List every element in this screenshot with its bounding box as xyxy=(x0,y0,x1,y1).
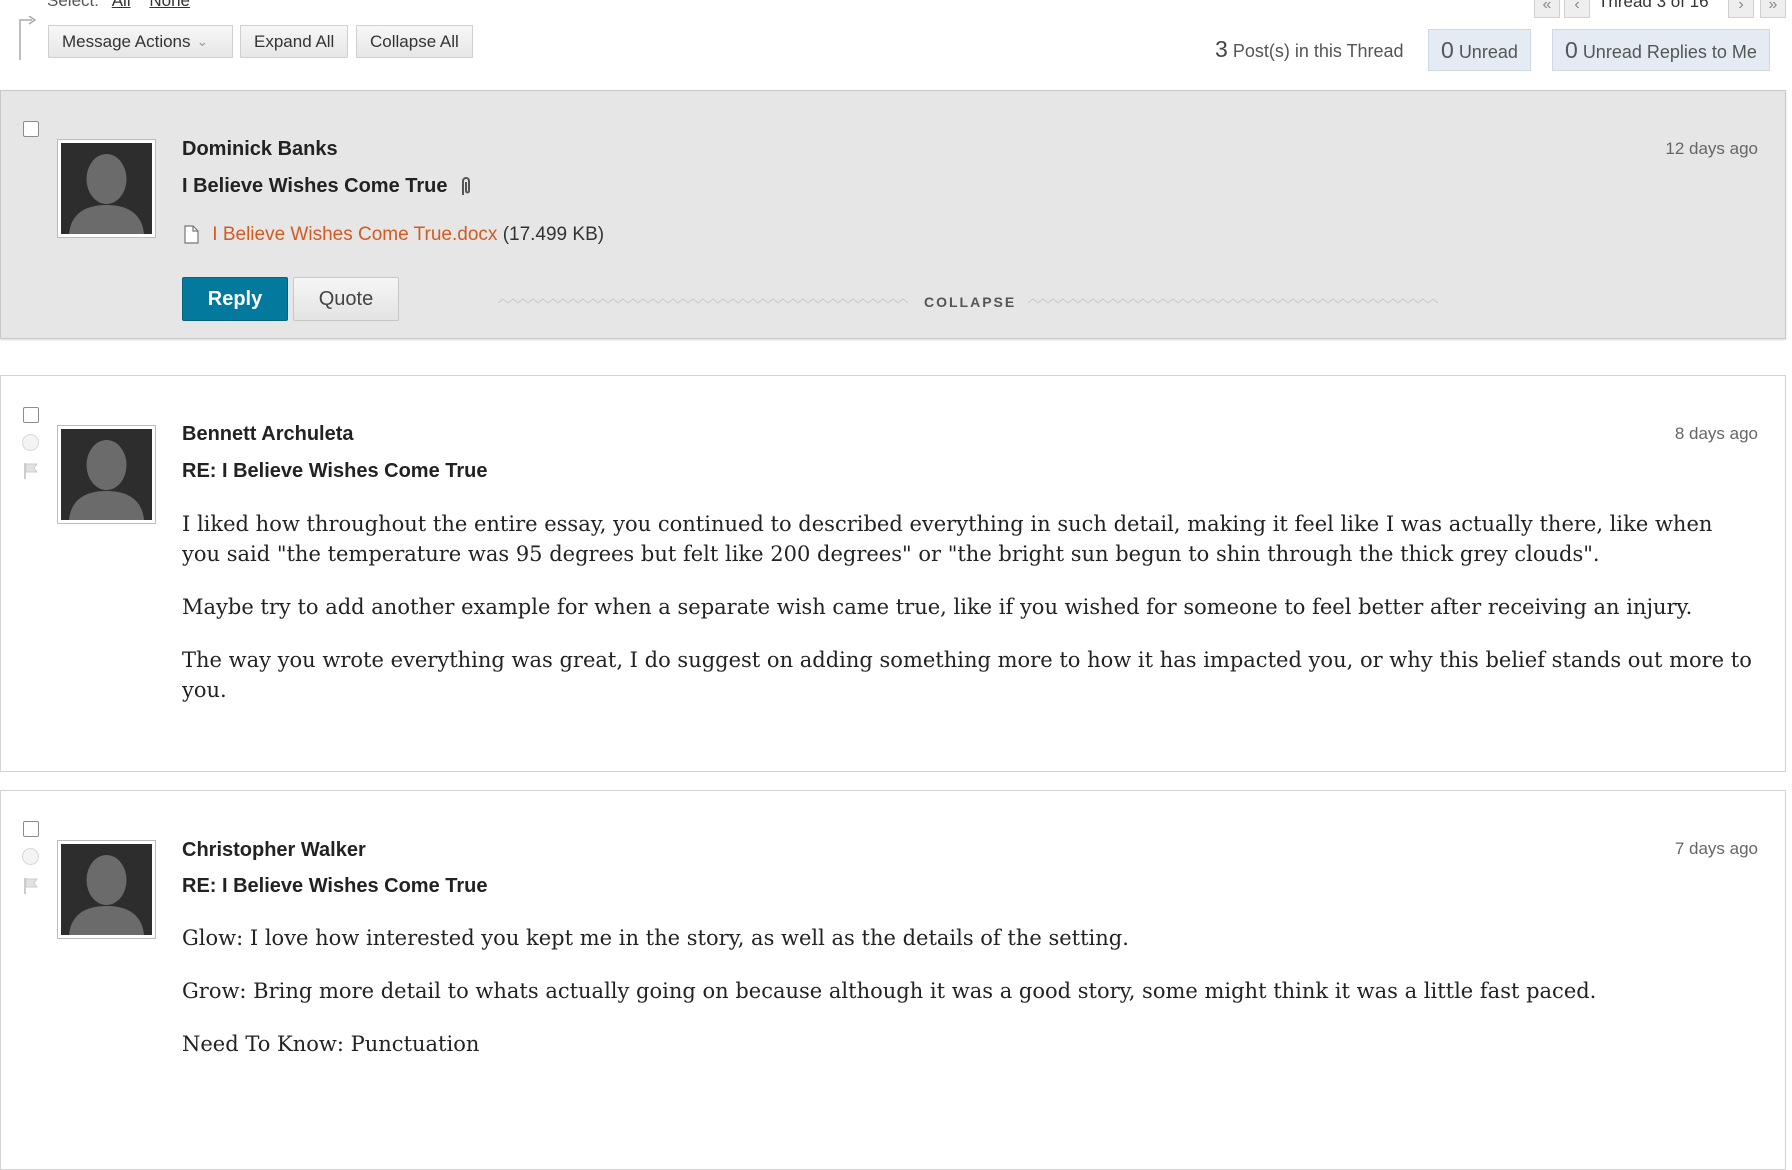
post-2: Bennett Archuleta RE: I Believe Wishes C… xyxy=(0,375,1786,772)
previous-thread-icon[interactable]: ‹ xyxy=(1564,0,1590,18)
avatar xyxy=(57,840,156,939)
quote-button[interactable]: Quote xyxy=(293,277,399,321)
read-status-icon[interactable] xyxy=(22,434,39,451)
read-status-icon[interactable] xyxy=(22,848,39,865)
post-author[interactable]: Christopher Walker xyxy=(182,839,366,862)
avatar xyxy=(57,139,156,238)
unread-replies-filter[interactable]: 0 Unread Replies to Me xyxy=(1552,29,1770,71)
attachment: I Believe Wishes Come True.docx (17.499 … xyxy=(184,224,604,246)
post-body: I liked how throughout the entire essay,… xyxy=(182,509,1752,728)
post-paragraph: I liked how throughout the entire essay,… xyxy=(182,512,1713,566)
divider-left-icon xyxy=(498,298,908,304)
post-paragraph: Grow: Bring more detail to whats actuall… xyxy=(182,979,1597,1003)
post-title: I Believe Wishes Come True xyxy=(182,175,473,198)
unread-replies-count: 0 xyxy=(1565,37,1578,63)
default-avatar-icon xyxy=(61,844,152,935)
expand-all-button[interactable]: Expand All xyxy=(240,25,349,58)
post-paragraph: Maybe try to add another example for whe… xyxy=(182,595,1693,619)
post-title-text: I Believe Wishes Come True xyxy=(182,175,448,197)
elbow-arrow-icon xyxy=(19,16,36,60)
post-paragraph: Need To Know: Punctuation xyxy=(182,1032,480,1056)
post-title: RE: I Believe Wishes Come True xyxy=(182,460,488,482)
flag-icon[interactable] xyxy=(22,877,40,895)
thread-position: Thread 3 of 16 xyxy=(1598,0,1709,11)
post-time: 8 days ago xyxy=(1674,424,1758,443)
document-icon xyxy=(184,225,199,244)
reply-button[interactable]: Reply xyxy=(182,277,288,321)
collapse-toggle[interactable]: COLLAPSE xyxy=(498,291,1445,315)
post-time: 12 days ago xyxy=(1665,139,1758,158)
post-3: Christopher Walker RE: I Believe Wishes … xyxy=(0,790,1786,1170)
unread-replies-label: Unread Replies to Me xyxy=(1582,42,1757,62)
default-avatar-icon xyxy=(61,429,152,520)
default-avatar-icon xyxy=(61,143,152,234)
collapse-all-button[interactable]: Collapse All xyxy=(356,25,473,58)
flag-icon[interactable] xyxy=(22,462,40,480)
select-row: Select: All None xyxy=(47,0,190,11)
post-paragraph: The way you wrote everything was great, … xyxy=(182,648,1752,702)
unread-count: 0 xyxy=(1441,37,1454,63)
post-time: 7 days ago xyxy=(1674,839,1758,858)
message-actions-button[interactable]: Message Actions ⌄ xyxy=(48,25,233,58)
paperclip-icon xyxy=(462,177,471,195)
unread-label: Unread xyxy=(1458,42,1518,62)
post-1: Dominick Banks I Believe Wishes Come Tru… xyxy=(0,90,1786,339)
first-thread-icon[interactable]: « xyxy=(1534,0,1560,18)
post-select-checkbox[interactable] xyxy=(23,407,39,423)
post-count-number: 3 xyxy=(1215,36,1228,62)
last-thread-icon[interactable]: » xyxy=(1760,0,1786,18)
post-author[interactable]: Dominick Banks xyxy=(182,138,338,161)
select-all-link[interactable]: All xyxy=(112,0,131,10)
post-author[interactable]: Bennett Archuleta xyxy=(182,423,354,446)
post-count: 3 Post(s) in this Thread xyxy=(1215,36,1404,63)
select-label: Select: xyxy=(47,0,99,10)
post-select-checkbox[interactable] xyxy=(23,121,39,137)
chevron-down-icon: ⌄ xyxy=(196,33,209,49)
select-none-link[interactable]: None xyxy=(149,0,190,10)
post-title: RE: I Believe Wishes Come True xyxy=(182,875,488,897)
collapse-label: COLLAPSE xyxy=(924,294,1017,310)
unread-filter[interactable]: 0 Unread xyxy=(1428,29,1531,71)
next-thread-icon[interactable]: › xyxy=(1728,0,1754,18)
message-actions-label: Message Actions xyxy=(62,32,191,51)
divider-right-icon xyxy=(1028,298,1439,304)
post-paragraph: Glow: I love how interested you kept me … xyxy=(182,926,1129,950)
post-count-label: Post(s) in this Thread xyxy=(1232,41,1404,61)
post-body: Glow: I love how interested you kept me … xyxy=(182,923,1752,1082)
attachment-size: (17.499 KB) xyxy=(502,224,605,245)
avatar xyxy=(57,425,156,524)
attachment-link[interactable]: I Believe Wishes Come True.docx xyxy=(212,224,497,245)
post-select-checkbox[interactable] xyxy=(23,821,39,837)
